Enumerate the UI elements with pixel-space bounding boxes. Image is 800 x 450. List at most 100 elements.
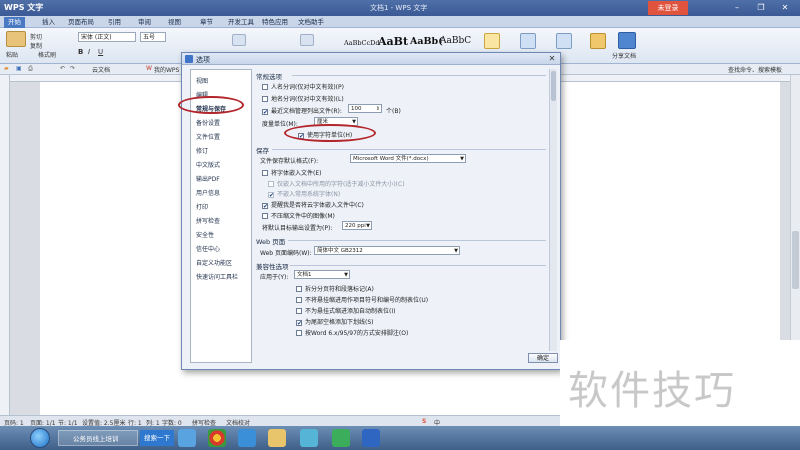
new-style-icon[interactable] [484,33,500,49]
taskbar-ie-item[interactable]: 公务员线上培训 [58,430,138,446]
taskbar-app-icon[interactable] [300,429,318,447]
tab-home[interactable]: 开始 [4,17,25,28]
checkbox-embed-used[interactable] [268,181,274,187]
underline-icon[interactable]: U [98,48,103,56]
paste-button[interactable]: 粘贴 [6,50,18,59]
nav-chinese-layout[interactable]: 中文版式 [196,160,220,169]
chevron-down-icon[interactable]: ▼ [344,271,348,278]
taskbar-search-button[interactable]: 搜索一下 [140,430,174,446]
chevron-down-icon[interactable]: ▼ [366,222,370,229]
nav-spell-check[interactable]: 拼写检查 [196,216,220,225]
tab-view[interactable]: 视图 [164,17,185,28]
taskbar-network-icon[interactable] [178,429,196,447]
nav-quick-access[interactable]: 快速访问工具栏 [196,272,238,281]
opt-recent-docs[interactable]: ✔ 最近文档管理列出文件(R): [262,106,342,116]
maximize-icon[interactable]: ❐ [754,2,768,14]
text-tools-icon[interactable] [520,33,536,49]
nav-trust-center[interactable]: 信任中心 [196,244,220,253]
taskbar-sheets-icon[interactable] [332,429,350,447]
chevron-down-icon[interactable]: ▼ [454,247,458,254]
checkbox-no-compress[interactable] [262,213,268,219]
share-icon[interactable] [618,32,636,49]
save-icon[interactable]: ▣ [16,65,22,72]
opt-place-name[interactable]: 地名分词(仅对中文有效)(L) [262,94,344,103]
border-icon[interactable] [300,34,314,46]
font-size-select[interactable]: 五号 [140,32,166,42]
opt-no-compress[interactable]: 不压缩文件中的图像(M) [262,211,335,220]
start-button[interactable] [30,428,50,448]
tab-page-layout[interactable]: 页面布局 [64,17,98,28]
apply-to-select[interactable]: 文档1 ▼ [294,270,350,279]
checkbox-person-name[interactable] [262,84,268,90]
format-painter-button[interactable]: 格式刷 [38,50,56,59]
opt-compat-1[interactable]: 拆分分页符和段落标记(A) [296,284,374,293]
tab-cloud-docs[interactable]: 云文档 [92,65,110,74]
login-button[interactable]: 未登录 [648,1,688,15]
minimize-icon[interactable]: – [730,2,744,14]
select-icon[interactable] [590,33,606,49]
nav-security[interactable]: 安全性 [196,230,214,239]
tab-doc-assistant[interactable]: 文档助手 [294,17,328,28]
nav-user-info[interactable]: 用户信息 [196,188,220,197]
opt-compat-4[interactable]: ✔ 为尾部空格添加下划线(S) [296,317,374,327]
tab-features[interactable]: 特色应用 [258,17,292,28]
nav-file-location[interactable]: 文件位置 [196,132,220,141]
folder-icon[interactable]: ▰ [4,65,9,72]
opt-compat-2[interactable]: 不将悬挂缩进用作项目符号和编号的制表位(U) [296,295,428,304]
opt-cloud-embed[interactable]: ✔ 提醒我是否将云字体嵌入文件中(C) [262,200,364,210]
options-scrollbar[interactable] [549,69,557,351]
checkbox-compat-1[interactable] [296,286,302,292]
opt-embed-fonts[interactable]: 将字体嵌入文件(E) [262,168,321,177]
spinner-icon[interactable]: ⇕ [376,105,380,112]
redo-icon[interactable]: ↷ [70,65,75,72]
taskbar-explorer-icon[interactable] [238,429,256,447]
nav-backup[interactable]: 备份设置 [196,118,220,127]
paragraph-icon[interactable] [232,34,246,46]
font-select[interactable]: 宋体 (正文) [78,32,136,42]
copy-button[interactable]: 复制 [30,41,42,50]
opt-embed-used[interactable]: 仅嵌入文档中所用的字符(适于减小文件大小)(C) [268,179,405,188]
checkbox-cloud-embed[interactable]: ✔ [262,203,268,210]
chevron-down-icon[interactable]: ▼ [460,155,464,162]
tab-my-wps[interactable]: 我的WPS [154,65,179,74]
taskbar-chrome-icon[interactable] [208,429,226,447]
dialog-close-icon[interactable]: ✕ [547,54,557,64]
cut-button[interactable]: 剪切 [30,32,42,41]
tab-insert[interactable]: 插入 [38,17,59,28]
recent-count-field[interactable]: 100 ⇕ [348,104,382,113]
paste-icon[interactable] [6,31,26,47]
nav-print[interactable]: 打印 [196,202,208,211]
checkbox-place-name[interactable] [262,96,268,102]
nav-customize-ribbon[interactable]: 自定义功能区 [196,258,232,267]
app-name[interactable]: WPS 文字 [4,2,43,13]
close-icon[interactable]: ✕ [778,2,792,14]
checkbox-compat-5[interactable] [296,330,302,336]
tab-chapter[interactable]: 章节 [196,17,217,28]
checkbox-embed-fonts[interactable] [262,170,268,176]
opt-compat-5[interactable]: 按Word 6.x/95/97的方式安排脚注(O) [296,328,408,337]
share-document-button[interactable]: 分享文档 [612,51,636,60]
input-method-icon[interactable]: S [422,418,426,425]
bold-icon[interactable]: B [78,48,83,56]
print-icon[interactable]: ⎙ [28,65,33,73]
taskbar-wps-writer-icon[interactable] [362,429,380,447]
command-search[interactable]: 查找命令、搜索模板 [728,65,782,74]
opt-person-name[interactable]: 人名分词(仅对中文有效)(P) [262,82,344,91]
checkbox-no-common[interactable]: ✔ [268,192,274,199]
checkbox-compat-4[interactable]: ✔ [296,320,302,327]
nav-view[interactable]: 视图 [196,76,208,85]
find-replace-icon[interactable] [556,33,572,49]
save-format-select[interactable]: Microsoft Word 文件(*.docx) ▼ [350,154,466,163]
checkbox-compat-2[interactable] [296,297,302,303]
opt-compat-3[interactable]: 不为悬挂式缩进添加自动制表位(I) [296,306,395,315]
undo-icon[interactable]: ↶ [60,65,65,72]
web-encoding-select[interactable]: 简体中文 GB2312 ▼ [314,246,460,255]
ok-button[interactable]: 确定 [528,353,558,363]
taskbar-folder-icon[interactable] [268,429,286,447]
nav-revision[interactable]: 修订 [196,146,208,155]
nav-export-pdf[interactable]: 输出PDF [196,174,220,183]
tab-references[interactable]: 引用 [104,17,125,28]
opt-no-common[interactable]: ✔ 不嵌入常用系统字体(N) [268,189,340,199]
scrollbar-thumb[interactable] [792,231,799,289]
dpi-select[interactable]: 220 ppi ▼ [342,221,372,230]
